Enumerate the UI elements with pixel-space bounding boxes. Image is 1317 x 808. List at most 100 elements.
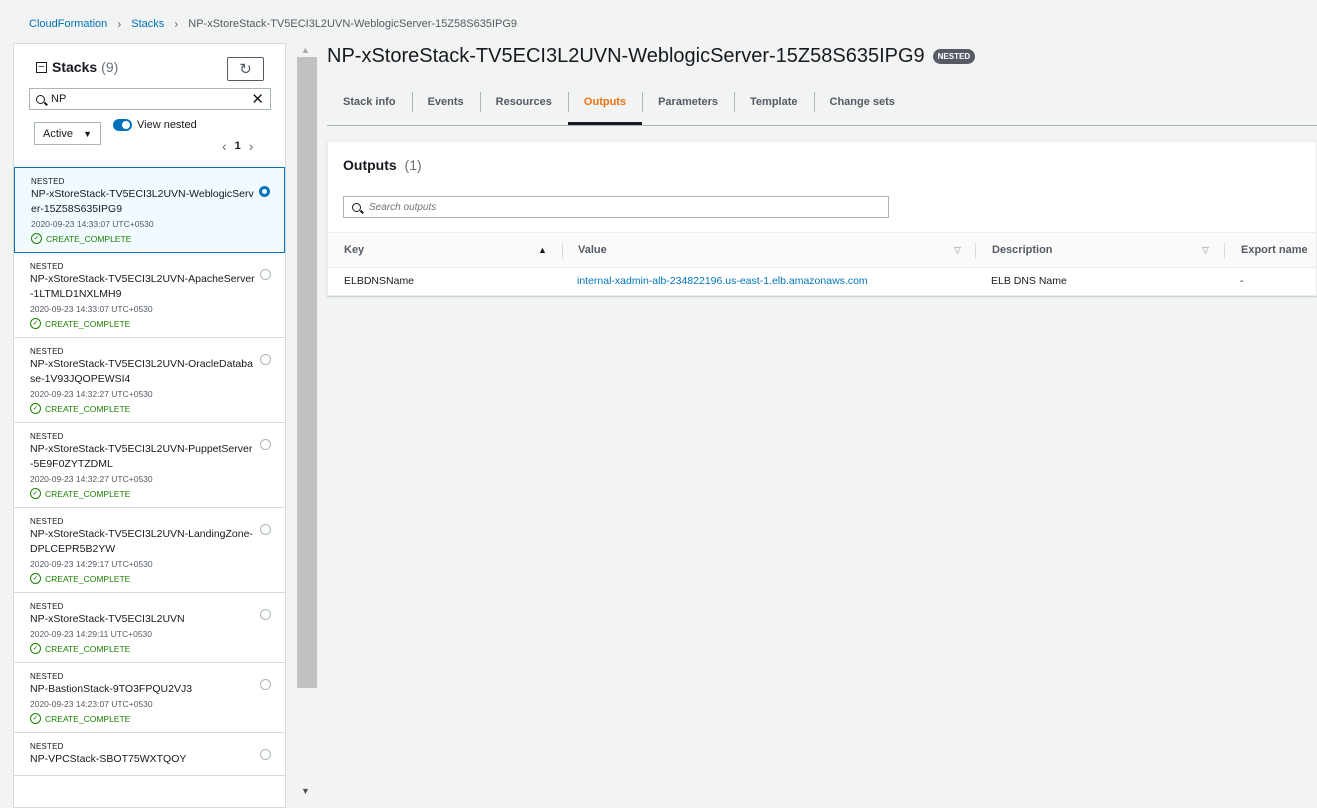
- stack-status: ✓ CREATE_COMPLETE: [30, 713, 255, 724]
- stack-search-input[interactable]: NP ✕: [29, 88, 271, 110]
- nested-tag: NESTED: [30, 432, 64, 441]
- clear-icon[interactable]: ✕: [251, 90, 264, 108]
- stack-name: NP-xStoreStack-TV5ECI3L2UVN-LandingZone-…: [30, 528, 253, 555]
- outputs-table-header: Key ▲ Value ▽ Description ▽ Export name: [328, 232, 1316, 268]
- stack-date: 2020-09-23 14:33:07 UTC+0530: [30, 304, 153, 314]
- status-text: CREATE_COMPLETE: [45, 488, 131, 499]
- refresh-button[interactable]: ↻: [227, 57, 264, 81]
- stack-name: NP-xStoreStack-TV5ECI3L2UVN-WeblogicServ…: [31, 188, 254, 215]
- breadcrumb: CloudFormation › Stacks › NP-xStoreStack…: [29, 17, 517, 31]
- outputs-title: Outputs: [343, 157, 397, 173]
- stack-list-item[interactable]: NESTED NP-BastionStack-9TO3FPQU2VJ3 2020-0…: [14, 663, 285, 733]
- status-text: CREATE_COMPLETE: [45, 318, 131, 329]
- column-header-key[interactable]: Key: [344, 233, 364, 267]
- stack-radio[interactable]: [260, 524, 271, 535]
- status-text: CREATE_COMPLETE: [45, 573, 131, 584]
- column-header-value[interactable]: Value: [578, 233, 607, 267]
- stack-search-value: NP: [51, 93, 67, 105]
- stack-status: ✓ CREATE_COMPLETE: [30, 573, 255, 584]
- tab-change-sets[interactable]: Change sets: [813, 90, 911, 114]
- check-circle-icon: ✓: [30, 643, 41, 654]
- view-nested-toggle[interactable]: [113, 119, 132, 131]
- breadcrumb-stacks[interactable]: Stacks: [131, 18, 164, 30]
- stack-radio[interactable]: [260, 439, 271, 450]
- stack-list-item[interactable]: NESTED NP-xStoreStack-TV5ECI3L2UVN-Oracle…: [14, 338, 285, 423]
- sort-icon[interactable]: ▽: [954, 233, 961, 267]
- left-panel-scrollbar[interactable]: ▲ ▼: [296, 43, 317, 808]
- output-value-link[interactable]: internal-xadmin-alb-234822196.us-east-1.…: [577, 275, 868, 287]
- stack-radio[interactable]: [260, 354, 271, 365]
- page-number[interactable]: 1: [235, 140, 241, 152]
- tab-events[interactable]: Events: [411, 90, 480, 114]
- breadcrumb-cloudformation[interactable]: CloudFormation: [29, 18, 107, 30]
- column-divider: [975, 243, 976, 259]
- stack-title-row: NP-xStoreStack-TV5ECI3L2UVN-WeblogicServ…: [327, 45, 976, 68]
- scroll-down-icon[interactable]: ▼: [301, 786, 310, 796]
- view-nested-label: View nested: [137, 119, 197, 131]
- stack-list-item[interactable]: NESTED NP-VPCStack-SBOT75WXTQOY: [14, 733, 285, 776]
- column-header-description[interactable]: Description: [992, 233, 1053, 267]
- stack-radio[interactable]: [260, 609, 271, 620]
- stack-status: ✓ CREATE_COMPLETE: [30, 318, 255, 329]
- status-filter-value: Active: [43, 127, 73, 140]
- nested-tag: NESTED: [30, 602, 64, 611]
- stacks-count: (9): [101, 59, 119, 75]
- tab-parameters[interactable]: Parameters: [642, 90, 734, 114]
- check-circle-icon: ✓: [30, 318, 41, 329]
- stack-list-item[interactable]: NESTED NP-xStoreStack-TV5ECI3L2UVN-Puppet…: [14, 423, 285, 508]
- tab-stack-info[interactable]: Stack info: [327, 90, 412, 114]
- stack-radio[interactable]: [260, 679, 271, 690]
- status-text: CREATE_COMPLETE: [45, 403, 131, 414]
- output-key: ELBDNSName: [344, 275, 415, 287]
- tab-template[interactable]: Template: [734, 90, 813, 114]
- column-key-label: Key: [344, 244, 365, 256]
- stack-name: NP-xStoreStack-TV5ECI3L2UVN: [30, 613, 185, 625]
- stack-name: NP-xStoreStack-TV5ECI3L2UVN-ApacheServer…: [30, 273, 255, 300]
- stack-date: 2020-09-23 14:29:17 UTC+0530: [30, 559, 153, 569]
- collapse-icon[interactable]: −: [36, 61, 47, 73]
- output-export-name: -: [1240, 275, 1244, 287]
- stack-name: NP-xStoreStack-TV5ECI3L2UVN-PuppetServer…: [30, 443, 253, 470]
- outputs-search-input[interactable]: [369, 201, 769, 213]
- stack-radio[interactable]: [260, 749, 271, 760]
- stack-status: ✓ CREATE_COMPLETE: [30, 488, 255, 499]
- check-circle-icon: ✓: [30, 488, 41, 499]
- outputs-search[interactable]: [343, 196, 889, 218]
- nested-tag: NESTED: [30, 347, 64, 356]
- stacks-header: − Stacks (9): [36, 59, 118, 75]
- stack-list-item[interactable]: NESTED NP-xStoreStack-TV5ECI3L2UVN-Landin…: [14, 508, 285, 593]
- outputs-header: Outputs (1): [343, 157, 422, 173]
- sort-ascending-icon[interactable]: ▲: [538, 233, 547, 267]
- stack-status: ✓ CREATE_COMPLETE: [30, 643, 255, 654]
- sort-icon[interactable]: ▽: [1202, 233, 1209, 267]
- check-circle-icon: ✓: [30, 403, 41, 414]
- column-divider: [562, 243, 563, 259]
- scrollbar-thumb[interactable]: [297, 57, 317, 688]
- stack-name: NP-VPCStack-SBOT75WXTQOY: [30, 753, 187, 765]
- stack-radio[interactable]: [260, 269, 271, 280]
- nested-tag: NESTED: [30, 517, 64, 526]
- column-header-export-name[interactable]: Export name: [1241, 233, 1308, 267]
- stack-status: ✓ CREATE_COMPLETE: [31, 233, 254, 244]
- column-divider: [1224, 243, 1225, 259]
- stack-list-item[interactable]: NESTED NP-xStoreStack-TV5ECI3L2UVN-Weblog…: [14, 167, 285, 253]
- tab-resources[interactable]: Resources: [479, 90, 568, 114]
- breadcrumb-current: NP-xStoreStack-TV5ECI3L2UVN-WeblogicServ…: [188, 18, 517, 30]
- stack-date: 2020-09-23 14:32:27 UTC+0530: [30, 474, 153, 484]
- stack-list-item[interactable]: NESTED NP-xStoreStack-TV5ECI3L2UVN 2020-09…: [14, 593, 285, 663]
- column-export-label: Export name: [1241, 244, 1308, 256]
- scroll-up-icon[interactable]: ▲: [301, 45, 310, 55]
- status-filter-select[interactable]: Active ▼: [34, 122, 101, 145]
- stack-radio[interactable]: [259, 186, 270, 197]
- stack-name: NP-xStoreStack-TV5ECI3L2UVN-OracleDataba…: [30, 358, 253, 385]
- stack-date: 2020-09-23 14:29:11 UTC+0530: [30, 629, 153, 639]
- previous-page-icon[interactable]: ‹: [222, 138, 227, 154]
- stack-list-item[interactable]: NESTED NP-xStoreStack-TV5ECI3L2UVN-Apache…: [14, 253, 285, 338]
- nested-tag: NESTED: [31, 177, 65, 186]
- nested-badge: NESTED: [932, 49, 976, 64]
- output-description: ELB DNS Name: [991, 275, 1067, 287]
- caret-down-icon: ▼: [83, 128, 92, 139]
- chevron-right-icon: ›: [174, 17, 179, 31]
- next-page-icon[interactable]: ›: [249, 138, 254, 154]
- tab-outputs[interactable]: Outputs: [567, 90, 643, 125]
